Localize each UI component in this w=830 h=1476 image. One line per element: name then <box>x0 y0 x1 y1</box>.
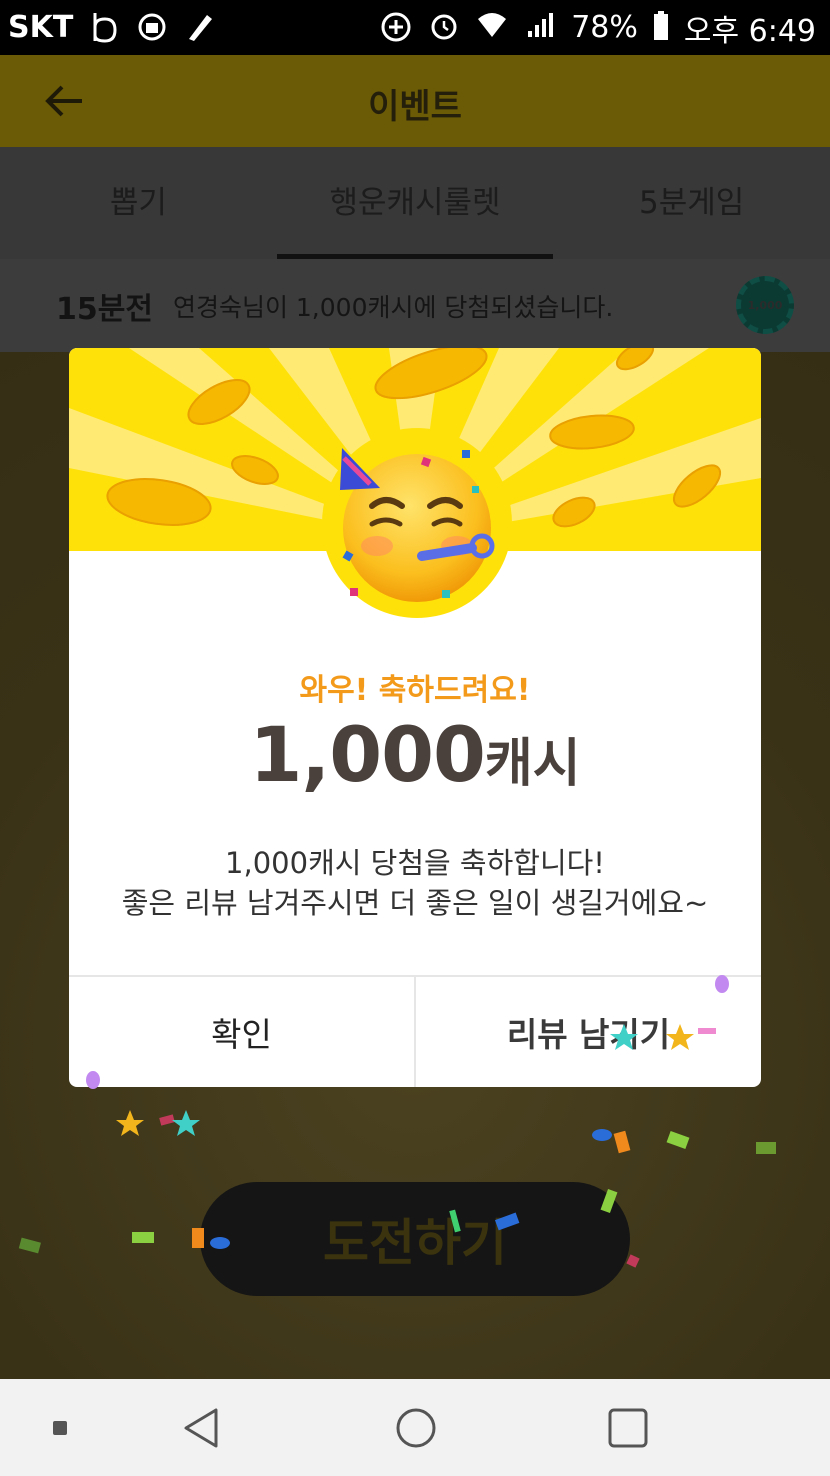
clock: 오후 6:49 <box>683 13 816 49</box>
status-bar: SKT 78% 오후 6:49 <box>0 0 830 55</box>
android-debug-icon <box>135 11 169 45</box>
cash-chip-icon: 1,000 <box>736 276 794 334</box>
recent-dot-icon[interactable] <box>38 1379 82 1476</box>
dialog-message-line2: 좋은 리뷰 남겨주시면 더 좋은 일이 생길거에요~ <box>121 886 709 920</box>
battery-icon <box>652 10 670 45</box>
dialog-message: 1,000캐시 당첨을 축하합니다! 좋은 리뷰 남겨주시면 더 좋은 일이 생… <box>69 843 761 923</box>
android-nav-bar <box>0 1379 830 1476</box>
party-face-icon <box>340 448 495 602</box>
back-triangle-icon[interactable] <box>170 1379 234 1476</box>
confetti-decoration <box>18 975 776 1268</box>
dialog-message-line1: 1,000캐시 당첨을 축하합니다! <box>225 846 605 880</box>
pen-icon <box>183 11 217 45</box>
wifi-icon <box>475 11 509 45</box>
battery-percent: 78% <box>571 10 638 45</box>
b-icon <box>87 11 121 45</box>
winner-ticker: 15분전 연경숙님이 1,000캐시에 당첨되셨습니다. 1,000 <box>0 259 830 352</box>
prize-amount-unit: 캐시 <box>484 734 581 794</box>
ticker-text: 연경숙님이 1,000캐시에 당첨되셨습니다. <box>172 292 614 322</box>
chip-label: 1,000 <box>747 298 783 312</box>
ticker-time: 15분전 <box>56 291 153 327</box>
tab-draw[interactable]: 뽑기 <box>0 147 277 259</box>
carrier-label: SKT <box>8 10 74 45</box>
dialog-subtitle: 와우! 축하드려요! <box>299 673 531 708</box>
tab-lucky-roulette[interactable]: 행운캐시룰렛 <box>276 147 554 259</box>
prize-amount: 1,000캐시 <box>69 710 761 799</box>
tab-5min-game[interactable]: 5분게임 <box>553 147 830 259</box>
overview-square-icon[interactable] <box>596 1379 660 1476</box>
alarm-icon <box>427 11 461 45</box>
prize-amount-number: 1,000 <box>249 710 485 799</box>
data-saver-icon <box>379 11 413 45</box>
emoji-badge <box>322 428 512 618</box>
status-right: 78% 오후 6:49 <box>379 6 816 50</box>
home-circle-icon[interactable] <box>384 1379 448 1476</box>
status-left: SKT <box>8 10 217 45</box>
tab-bar: 뽑기 행운캐시룰렛 5분게임 <box>0 147 830 259</box>
signal-icon <box>523 11 557 45</box>
app-header: 이벤트 <box>0 55 830 147</box>
page-title: 이벤트 <box>368 87 462 127</box>
